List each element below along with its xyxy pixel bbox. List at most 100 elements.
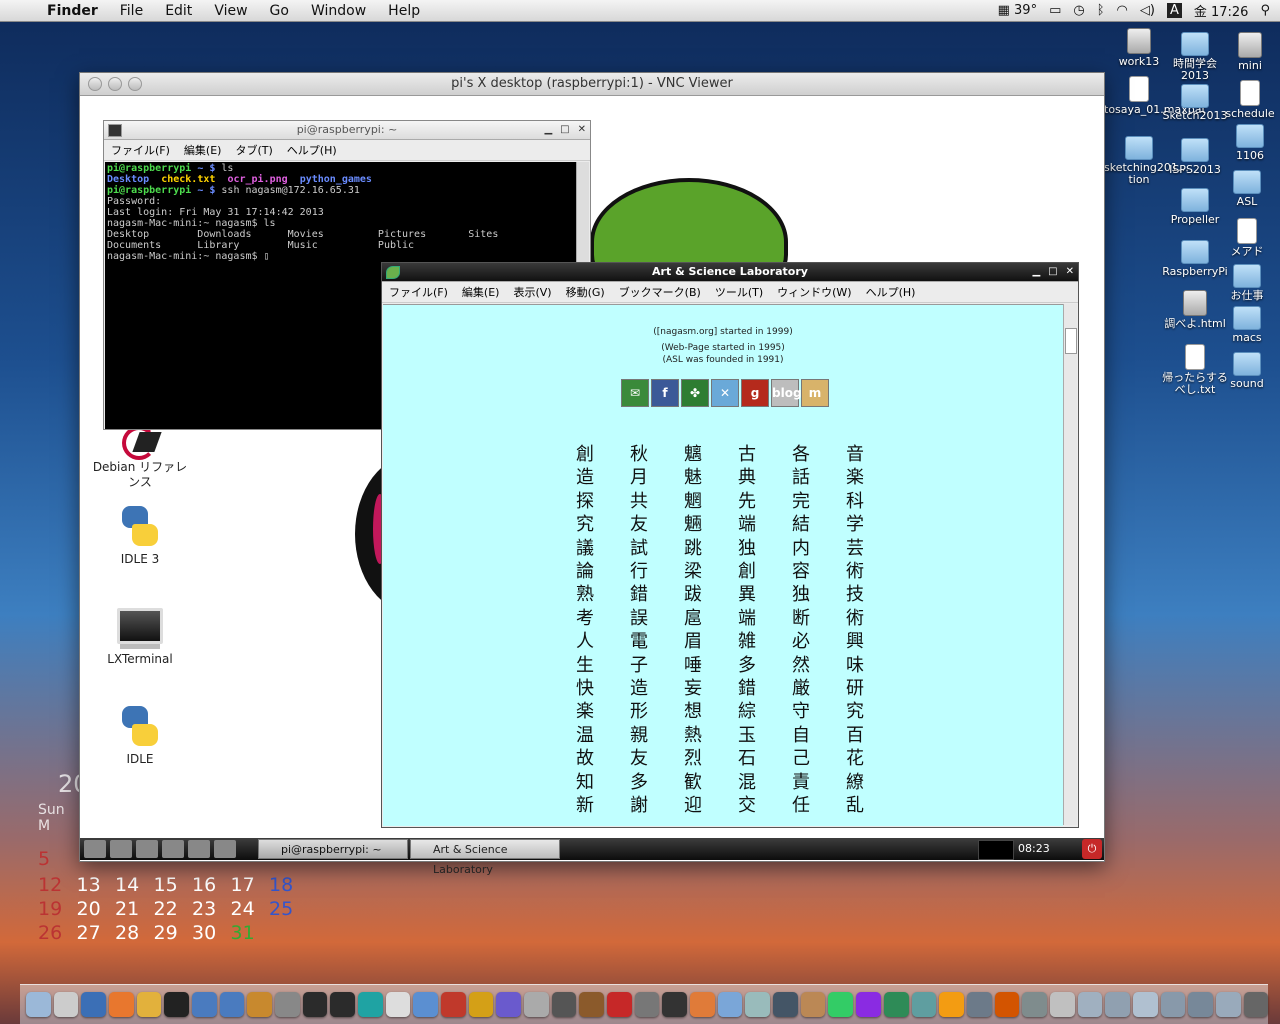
dock-app-icon[interactable] [109, 992, 134, 1017]
desktop-icon-lxterminal[interactable]: LXTerminal [90, 608, 190, 667]
file-manager-icon[interactable] [110, 840, 132, 858]
google-link-icon[interactable]: g [741, 379, 769, 407]
dock-app-icon[interactable] [994, 992, 1020, 1017]
logout-icon[interactable]: ⏻ [1082, 839, 1102, 859]
menu-finder[interactable]: Finder [36, 3, 109, 19]
dock-app-icon[interactable] [856, 992, 881, 1017]
terminal-titlebar[interactable]: pi@raspberrypi: ~ ▁ □ ✕ [104, 121, 590, 140]
desktop-icon-idle[interactable]: IDLE [90, 704, 190, 767]
menubar-clock[interactable]: 金 17:26 [1194, 1, 1249, 20]
scroll-thumb[interactable] [1065, 328, 1077, 354]
disabled-link-icon[interactable]: ✕ [711, 379, 739, 407]
dock-app-icon[interactable] [53, 992, 79, 1017]
dock-app-icon[interactable] [662, 992, 688, 1017]
dock-app-icon[interactable] [247, 992, 273, 1017]
menu-window[interactable]: Window [300, 3, 377, 19]
dock-app-icon[interactable] [358, 992, 383, 1017]
show-desktop-icon[interactable] [214, 840, 236, 858]
bluetooth-icon[interactable]: ᛒ [1097, 3, 1105, 18]
dock-app-icon[interactable] [192, 992, 217, 1017]
dock-app-icon[interactable] [607, 992, 632, 1017]
dock-app-icon[interactable] [385, 992, 411, 1017]
dock-app-icon[interactable] [136, 992, 162, 1017]
browser-launch-icon[interactable] [136, 840, 158, 858]
dock-app-icon[interactable] [26, 992, 51, 1017]
dock-app-icon[interactable] [164, 992, 190, 1017]
close-button[interactable]: ✕ [578, 121, 586, 139]
mixi-link-icon[interactable]: m [801, 379, 829, 407]
dock-app-icon[interactable] [275, 992, 300, 1017]
browser-menu-edit[interactable]: 編集(E) [455, 284, 507, 300]
browser-menu-bookmarks[interactable]: ブックマーク(B) [612, 284, 708, 300]
dock-app-icon[interactable] [1049, 992, 1075, 1017]
facebook-link-icon[interactable]: f [651, 379, 679, 407]
dock-app-icon[interactable] [800, 992, 826, 1017]
browser-titlebar[interactable]: Art & Science Laboratory ▁ □ ✕ [382, 263, 1078, 282]
maximize-button[interactable]: □ [560, 121, 569, 139]
lxde-menu-icon[interactable] [84, 840, 106, 858]
browser-menu-tools[interactable]: ツール(T) [708, 284, 770, 300]
dock-app-icon[interactable] [524, 992, 549, 1017]
dock-app-icon[interactable] [330, 992, 356, 1017]
task-terminal[interactable]: pi@raspberrypi: ~ [258, 839, 408, 859]
terminal-menu-file[interactable]: ファイル(F) [104, 142, 177, 158]
panel-clock[interactable]: 08:23 [1018, 838, 1050, 860]
dock-app-icon[interactable] [551, 992, 577, 1017]
dock-app-icon[interactable] [219, 992, 245, 1017]
browser-menu-window[interactable]: ウィンドウ(W) [770, 284, 858, 300]
desktop-icon-folder[interactable]: sound [1212, 352, 1280, 390]
desktop-icon-idle3[interactable]: IDLE 3 [90, 504, 190, 567]
volume-icon[interactable]: ◁) [1140, 3, 1155, 18]
dock-app-icon[interactable] [579, 992, 605, 1017]
terminal-menu-edit[interactable]: 編集(E) [177, 142, 229, 158]
spotlight-icon[interactable]: ⚲ [1260, 3, 1270, 18]
dock-app-icon[interactable] [1243, 992, 1269, 1017]
remote-desktop[interactable]: Debian リファレンス IDLE 3 LXTerminal IDLE pi@… [80, 96, 1104, 838]
dock-app-icon[interactable] [468, 992, 494, 1017]
dock-app-icon[interactable] [717, 992, 743, 1017]
dock-app-icon[interactable] [883, 992, 909, 1017]
minimize-button[interactable]: ▁ [1032, 263, 1040, 281]
dock-app-icon[interactable] [496, 992, 522, 1017]
time-machine-icon[interactable]: ◷ [1073, 3, 1084, 18]
browser-menu-file[interactable]: ファイル(F) [382, 284, 455, 300]
dock-app-icon[interactable] [690, 992, 715, 1017]
desktop-icon-mini[interactable]: mini [1215, 32, 1280, 72]
clover-link-icon[interactable]: ✤ [681, 379, 709, 407]
menu-go[interactable]: Go [259, 3, 300, 19]
dock-app-icon[interactable] [441, 992, 466, 1017]
web-page[interactable]: ([nagasm.org] started in 1999) (Web-Page… [383, 304, 1063, 826]
zoom-button[interactable] [128, 77, 142, 91]
task-browser[interactable]: Art & Science Laboratory [410, 839, 560, 876]
dock-app-icon[interactable] [634, 992, 660, 1017]
dock-app-icon[interactable] [911, 992, 937, 1017]
minimize-button[interactable]: ▁ [544, 121, 552, 139]
dock-app-icon[interactable] [1215, 992, 1241, 1017]
maximize-button[interactable]: □ [1048, 263, 1057, 281]
mail-link-icon[interactable]: ✉ [621, 379, 649, 407]
vnc-titlebar[interactable]: pi's X desktop (raspberrypi:1) - VNC Vie… [80, 73, 1104, 96]
browser-menu-help[interactable]: ヘルプ(H) [859, 284, 923, 300]
dock-app-icon[interactable] [939, 992, 964, 1017]
input-method-icon[interactable]: A [1166, 3, 1182, 18]
dock-app-icon[interactable] [413, 992, 439, 1017]
temperature-monitor[interactable]: ▦ 39° [998, 3, 1037, 18]
menu-edit[interactable]: Edit [154, 3, 203, 19]
dock-app-icon[interactable] [302, 992, 328, 1017]
dock-app-icon[interactable] [773, 992, 798, 1017]
desktop-icon-debian-reference[interactable]: Debian リファレンス [90, 426, 190, 490]
browser-menu-go[interactable]: 移動(G) [559, 284, 612, 300]
menu-file[interactable]: File [109, 3, 154, 19]
desktop-icon-schedule[interactable]: schedule [1215, 80, 1280, 120]
dock-app-icon[interactable] [1077, 992, 1103, 1017]
terminal-menu-tab[interactable]: タブ(T) [228, 142, 279, 158]
dock-app-icon[interactable] [828, 992, 854, 1017]
close-button[interactable]: ✕ [1066, 263, 1074, 281]
dock-app-icon[interactable] [1105, 992, 1130, 1017]
browser-menu-view[interactable]: 表示(V) [506, 284, 558, 300]
desktop-pager-icon[interactable] [188, 840, 210, 858]
window-switch-icon[interactable] [162, 840, 184, 858]
blog-link-icon[interactable]: blog [771, 379, 802, 407]
dock-app-icon[interactable] [1160, 992, 1186, 1017]
menu-help[interactable]: Help [377, 3, 431, 19]
